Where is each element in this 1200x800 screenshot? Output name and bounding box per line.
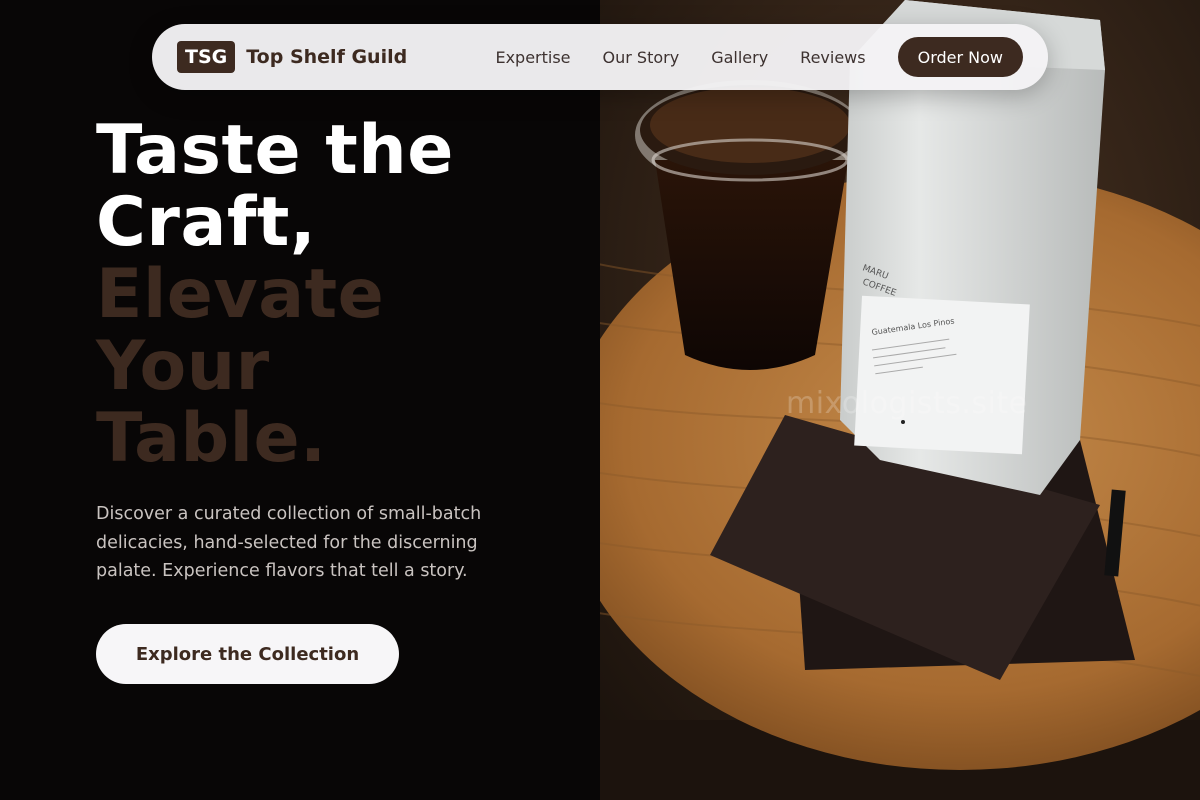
nav-link-reviews[interactable]: Reviews bbox=[800, 48, 865, 67]
nav-link-gallery[interactable]: Gallery bbox=[711, 48, 768, 67]
hero-image-panel: MARU COFFEE Guatemala Los Pinos mixologi… bbox=[600, 0, 1200, 800]
explore-collection-button[interactable]: Explore the Collection bbox=[96, 624, 399, 684]
headline-line: Taste the bbox=[96, 111, 454, 190]
brand-name: Top Shelf Guild bbox=[246, 46, 408, 68]
order-now-button[interactable]: Order Now bbox=[897, 37, 1023, 77]
nav-link-expertise[interactable]: Expertise bbox=[495, 48, 570, 67]
nav-link-our-story[interactable]: Our Story bbox=[603, 48, 680, 67]
top-navbar: TSG Top Shelf Guild Expertise Our Story … bbox=[152, 24, 1048, 90]
nav-links: Expertise Our Story Gallery Reviews bbox=[495, 48, 865, 67]
headline-line: Craft, bbox=[96, 183, 317, 262]
headline-line-accent: Table. bbox=[96, 399, 327, 478]
headline-line-accent: Your bbox=[96, 327, 270, 406]
hero-description: Discover a curated collection of small-b… bbox=[96, 504, 482, 581]
brand-mark-badge: TSG bbox=[177, 41, 236, 73]
watermark-text: mixologists.site bbox=[786, 386, 1028, 421]
headline-line-accent: Elevate bbox=[96, 255, 385, 334]
brand-logo-link[interactable]: TSG Top Shelf Guild bbox=[177, 41, 407, 73]
hero-headline: Taste the Craft, Elevate Your Table. bbox=[96, 115, 596, 475]
